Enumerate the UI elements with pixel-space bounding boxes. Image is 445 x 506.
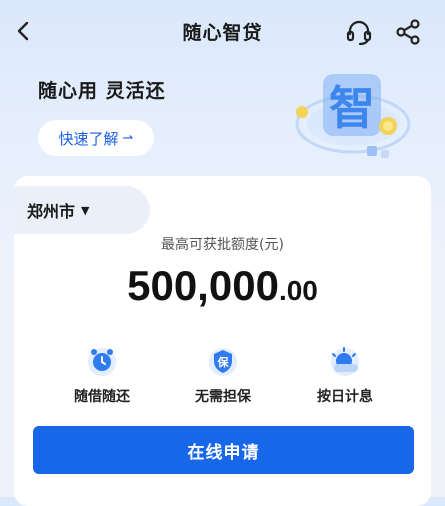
feature-flexible-repay: 随借随还 bbox=[47, 344, 157, 406]
top-bar: 随心智贷 bbox=[0, 0, 445, 62]
quick-learn-button[interactable]: 快速了解 ⇀ bbox=[38, 120, 154, 156]
customer-service-icon[interactable] bbox=[344, 17, 374, 47]
smart-loan-illustration: 智 bbox=[295, 74, 411, 158]
city-selector[interactable]: 郑州市 ▼ bbox=[14, 186, 150, 234]
arrow-right-icon: ⇀ bbox=[122, 130, 134, 146]
quick-learn-label: 快速了解 bbox=[58, 129, 119, 148]
feature-label: 无需担保 bbox=[195, 389, 251, 405]
feature-label: 按日计息 bbox=[317, 389, 373, 405]
shield-char: 保 bbox=[217, 355, 230, 369]
sun-cloud-icon bbox=[331, 347, 359, 376]
limit-label: 最高可获批额度(元) bbox=[161, 237, 284, 253]
max-amount: 500,000.00 bbox=[14, 262, 431, 310]
amount-decimal: .00 bbox=[278, 275, 318, 306]
logo-char: 智 bbox=[329, 81, 375, 135]
amount-integer: 500,000 bbox=[127, 262, 279, 309]
feature-daily-interest: 按日计息 bbox=[290, 344, 400, 406]
share-icon[interactable] bbox=[394, 17, 424, 47]
loan-card: 郑州市 ▼ 最高可获批额度(元) 500,000.00 随借随还 保 无需担保 bbox=[14, 176, 431, 506]
feature-no-guarantee: 保 无需担保 bbox=[168, 344, 278, 406]
apply-online-button[interactable]: 在线申请 bbox=[33, 426, 414, 474]
caret-down-icon: ▼ bbox=[81, 203, 90, 217]
clock-icon bbox=[88, 348, 116, 376]
city-label: 郑州市 bbox=[27, 202, 76, 221]
shield-guarantee-icon: 保 bbox=[209, 348, 237, 376]
promo-slogan: 随心用 灵活还 bbox=[38, 80, 166, 102]
page-title: 随心智贷 bbox=[182, 22, 263, 44]
feature-label: 随借随还 bbox=[74, 389, 130, 405]
